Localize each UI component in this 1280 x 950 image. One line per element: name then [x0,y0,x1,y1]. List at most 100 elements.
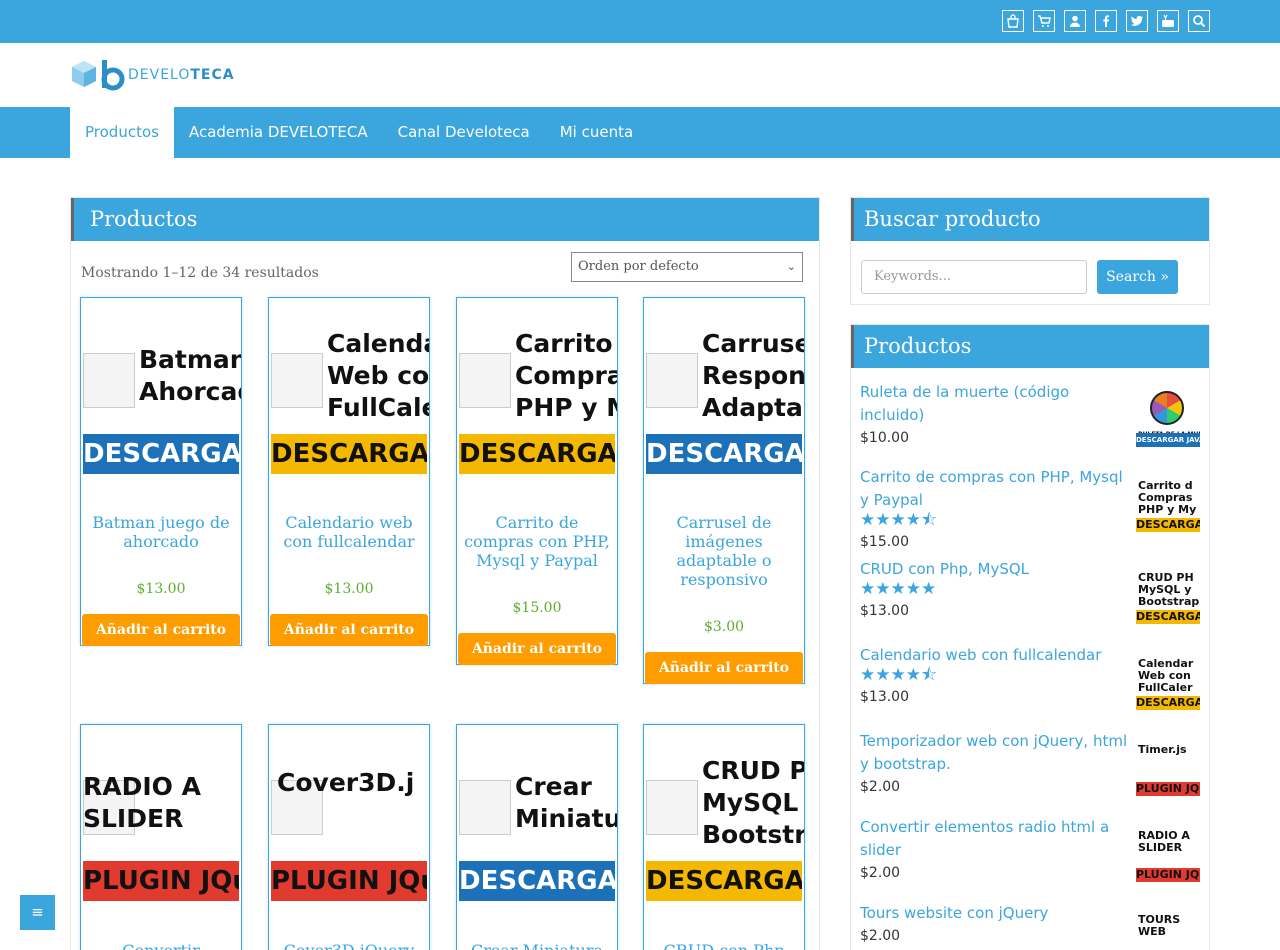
product-title-link[interactable]: Carrusel de imágenes adaptable o respons… [644,498,804,589]
search-icon[interactable] [1188,10,1210,32]
product-price: $13.00 [136,581,186,597]
sidebar-product-thumbnail[interactable]: Calendar Web con FullCaler DESCARGAR P [1136,648,1200,714]
facebook-icon[interactable] [1095,10,1117,32]
sidebar-product-title[interactable]: Calendario web con fullcalendar [860,644,1130,667]
nav-item[interactable]: Canal Develoteca [383,107,545,158]
product-card[interactable]: RADIO A SLIDER PLUGIN JQuer Convertir [80,724,242,950]
thumbnail-preview-image [271,353,323,408]
thumbnail-caption: Batman Ahorcad [139,345,241,406]
thumbnail-caption: Carrito d Compras PHP y My [515,329,617,422]
product-card[interactable]: CRUD PH MySQL y BootstrapDESCARGAR PCRUD… [643,724,805,950]
shopping-bag-icon[interactable] [1002,10,1024,32]
sidebar-thumbnail-caption: CRUD PH MySQL y Bootstrap [1138,571,1200,608]
product-thumbnail[interactable]: RADIO A SLIDER PLUGIN JQuer [81,725,241,925]
thumbnail-caption: Carrusel Respons Adaptal [702,329,804,422]
logo-text: DEVELOTECA [128,67,235,83]
thumbnail-banner: DESCARGAR P [271,434,427,474]
thumbnail-preview-image [646,353,698,408]
thumbnail-caption: RADIO A SLIDER [83,772,201,833]
sidebar-product-item[interactable]: Calendario web con fullcalendar ★★★★⯪ $13.… [860,644,1200,714]
product-title-link[interactable]: Batman juego de ahorcado [81,498,241,551]
sidebar-thumbnail-caption: Carrito d Compras PHP y My [1138,479,1197,516]
sidebar-product-item[interactable]: Tours website con jQuery $2.00 TOURS WEB [860,902,1200,950]
sidebar-product-thumbnail[interactable]: TOURS WEB [1136,904,1200,950]
sidebar-product-title[interactable]: Ruleta de la muerte (código incluido) [860,381,1130,427]
sidebar-product-title[interactable]: CRUD con Php, MySQL [860,558,1130,581]
orderby-select[interactable]: Orden por defecto ⌄ [571,252,803,282]
user-icon[interactable] [1064,10,1086,32]
product-title-link[interactable]: Cover3D jQuery [269,925,429,950]
result-count: Mostrando 1–12 de 34 resultados [81,265,319,281]
add-to-cart-button[interactable]: Añadir al carrito [269,614,429,646]
product-card[interactable]: Carrusel Respons AdaptalDESCARGAR CCarru… [643,297,805,684]
add-to-cart-button[interactable]: Añadir al carrito [457,633,617,665]
cart-icon[interactable] [1033,10,1055,32]
product-thumbnail[interactable]: Cover3D.j PLUGIN JQuer [269,725,429,925]
add-to-cart-button[interactable]: Añadir al carrito [81,614,241,646]
thumbnail-banner: PLUGIN JQuer [271,861,427,901]
nav-item[interactable]: Productos [70,107,174,158]
product-title-link[interactable]: Carrito de compras con PHP, Mysql y Payp… [457,498,617,570]
sidebar-product-thumbnail[interactable]: CRUD PH MySQL y Bootstrap DESCARGAR P [1136,562,1200,628]
product-price: $3.00 [703,619,745,635]
thumbnail-preview-image [459,353,511,408]
sidebar-product-thumbnail[interactable]: Timer.js PLUGIN JQuer [1136,734,1200,800]
product-title-link[interactable]: Convertir [81,925,241,950]
thumbnail-banner: DESCARGAR P [459,434,615,474]
sidebar-product-item[interactable]: Temporizador web con jQuery, html y boot… [860,730,1200,800]
product-thumbnail[interactable]: Crear Miniatu DESCARGAR C [457,725,617,925]
chevron-down-icon: ⌄ [786,260,796,273]
nav-item[interactable]: Academia DEVELOTECA [174,107,383,158]
search-widget-title: Buscar producto [851,198,1209,241]
product-thumbnail[interactable]: CRUD PH MySQL y Bootstrap DESCARGAR P [644,725,804,925]
youtube-icon[interactable] [1157,10,1179,32]
product-card[interactable]: Calendar Web con FullCalerDESCARGAR PCal… [268,297,430,646]
sidebar-product-title[interactable]: Convertir elementos radio html a slider [860,816,1130,862]
product-title-link[interactable]: Calendario web con fullcalendar [269,498,429,551]
product-card[interactable]: Crear Miniatu DESCARGAR C Crear Miniatura [456,724,618,950]
thumbnail-banner: DESCARGAR P [646,861,802,901]
product-price: $15.00 [512,600,562,616]
product-card[interactable]: Batman Ahorcad DESCARGAR C Batman juego de… [80,297,242,646]
search-widget: Buscar producto Keywords... Search » [850,197,1210,305]
sidebar-product-title[interactable]: Temporizador web con jQuery, html y boot… [860,730,1130,776]
nav-item[interactable]: Mi cuenta [545,107,648,158]
product-thumbnail[interactable]: Carrito d Compras PHP y My DESCARGAR P [457,298,617,498]
sidebar-thumbnail-banner: DESCARGAR JAVASCRIPT [1136,433,1200,447]
sidebar-product-item[interactable]: Carrito de compras con PHP, Mysql y Payp… [860,466,1200,553]
sidebar-thumbnail-caption: TOURS WEB [1138,913,1181,938]
sidebar-product-thumbnail[interactable]: RULETA DE LA MUERTEDESCARGAR JAVASCRIPT [1136,385,1200,451]
top-icons [1002,10,1210,32]
product-price: $13.00 [324,581,374,597]
menu-toggle-button[interactable]: ≡ [20,895,55,930]
thumbnail-caption: CRUD PH MySQL y Bootstrap [702,756,804,849]
thumbnail-banner: DESCARGAR C [83,434,239,474]
twitter-icon[interactable] [1126,10,1148,32]
product-card[interactable]: Carrito d Compras PHP y MyDESCARGAR PCar… [456,297,618,665]
product-thumbnail[interactable]: Batman Ahorcad DESCARGAR C [81,298,241,498]
search-input[interactable]: Keywords... [861,260,1087,294]
site-logo[interactable]: DEVELOTECA [70,57,235,93]
sidebar-thumbnail-banner: DESCARGAR P [1136,518,1200,532]
sidebar-product-item[interactable]: Convertir elementos radio html a slider $… [860,816,1200,886]
sidebar-product-thumbnail[interactable]: Carrito d Compras PHP y My DESCARGAR P [1136,470,1200,536]
add-to-cart-button[interactable]: Añadir al carrito [644,652,804,684]
sidebar-thumbnail-banner: DESCARGAR P [1136,610,1200,624]
thumbnail-caption: Crear Miniatu [515,772,617,833]
product-title-link[interactable]: Crear Miniatura [457,925,617,950]
sidebar-product-title[interactable]: Tours website con jQuery [860,902,1130,925]
top-bar [0,0,1280,43]
thumbnail-preview-image [646,780,698,835]
sidebar-product-thumbnail[interactable]: RADIO A SLIDER PLUGIN JQuer [1136,820,1200,886]
sidebar-product-item[interactable]: CRUD con Php, MySQL ★★★★★ $13.00 CRUD PH My… [860,558,1200,628]
product-thumbnail[interactable]: Carrusel Respons Adaptal DESCARGAR C [644,298,804,498]
search-button[interactable]: Search » [1097,260,1178,294]
sidebar-product-item[interactable]: Ruleta de la muerte (código incluido) $10… [860,381,1200,451]
sidebar-product-title[interactable]: Carrito de compras con PHP, Mysql y Payp… [860,466,1130,512]
nav-menu: Productos Academia DEVELOTECA Canal Develo… [70,107,648,158]
site-header: DEVELOTECA [0,43,1280,107]
product-title-link[interactable]: CRUD con Php [644,925,804,950]
product-card[interactable]: Cover3D.j PLUGIN JQuer Cover3D jQuery [268,724,430,950]
thumbnail-caption: Calendar Web con FullCaler [327,329,429,422]
product-thumbnail[interactable]: Calendar Web con FullCaler DESCARGAR P [269,298,429,498]
